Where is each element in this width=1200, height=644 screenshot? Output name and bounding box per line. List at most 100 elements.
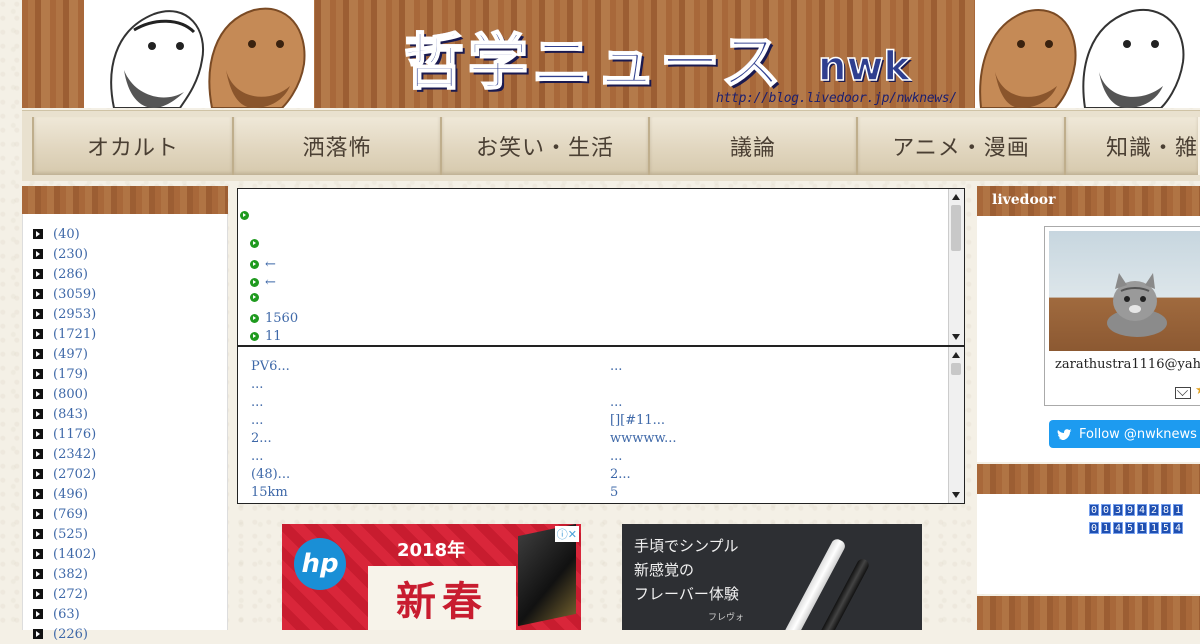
antenna-link-right[interactable]: wwwww... bbox=[610, 431, 677, 446]
right-sidebar-header-3 bbox=[977, 596, 1200, 630]
category-count[interactable]: (2342) bbox=[53, 447, 96, 462]
site-header[interactable]: 哲学ニュース nwk http://blog.livedoor.jp/nwkne… bbox=[22, 0, 1200, 108]
mail-icon[interactable] bbox=[1175, 387, 1191, 399]
rss-list-item[interactable] bbox=[250, 293, 265, 302]
rss-list-item[interactable]: 11 bbox=[250, 329, 282, 344]
rss-item-title[interactable]: ← bbox=[265, 275, 276, 290]
bullet-arrow-icon bbox=[33, 429, 43, 439]
category-item[interactable]: (1176) bbox=[23, 424, 227, 444]
nav-item-occult[interactable]: オカルト bbox=[32, 117, 234, 175]
category-count[interactable]: (3059) bbox=[53, 287, 96, 302]
antenna-link-right[interactable]: ... bbox=[610, 359, 622, 374]
category-count[interactable]: (1176) bbox=[53, 427, 96, 442]
antenna-link-left[interactable]: ... bbox=[251, 395, 263, 410]
twitter-follow-button[interactable]: Follow @nwknews bbox=[1049, 420, 1200, 448]
category-count[interactable]: (525) bbox=[53, 527, 88, 542]
rss-list-item[interactable]: ← bbox=[250, 257, 276, 272]
category-item[interactable]: (496) bbox=[23, 484, 227, 504]
rss-scrollbar[interactable] bbox=[948, 189, 964, 345]
category-item[interactable]: (63) bbox=[23, 604, 227, 624]
nav-item-giron[interactable]: 議論 bbox=[648, 117, 858, 175]
category-item[interactable]: (382) bbox=[23, 564, 227, 584]
antenna-link-left[interactable]: ... bbox=[251, 377, 263, 392]
scroll-down-arrow-icon[interactable] bbox=[952, 492, 960, 498]
flavor-advertisement[interactable]: 手頃でシンプル 新感覚の フレーバー体験 フレヴォ bbox=[622, 524, 922, 630]
scroll-up-arrow-icon[interactable] bbox=[952, 194, 960, 200]
rss-item-title[interactable]: ← bbox=[265, 257, 276, 272]
scroll-thumb[interactable] bbox=[951, 205, 961, 251]
antenna-link-right[interactable]: [][#11... bbox=[610, 413, 665, 428]
scroll-down-arrow-icon[interactable] bbox=[952, 334, 960, 340]
category-count[interactable]: (40) bbox=[53, 227, 80, 242]
category-item[interactable]: (843) bbox=[23, 404, 227, 424]
bullet-arrow-icon bbox=[33, 489, 43, 499]
category-item[interactable]: (40) bbox=[23, 224, 227, 244]
category-count[interactable]: (179) bbox=[53, 367, 88, 382]
category-item[interactable]: (230) bbox=[23, 244, 227, 264]
category-item[interactable]: (2953) bbox=[23, 304, 227, 324]
header-philosopher-portraits-right bbox=[975, 0, 1200, 108]
rss-list-item[interactable]: ← bbox=[250, 275, 276, 290]
antenna-link-left[interactable]: (48)... bbox=[251, 467, 290, 482]
antenna-link-left[interactable]: 2... bbox=[251, 431, 272, 446]
category-count[interactable]: (2702) bbox=[53, 467, 96, 482]
antenna-link-right[interactable]: 5 bbox=[610, 485, 618, 500]
site-url[interactable]: http://blog.livedoor.jp/nwknews/ bbox=[716, 91, 957, 106]
rss-list-item[interactable] bbox=[250, 239, 265, 248]
links-scrollbar[interactable] bbox=[948, 347, 964, 503]
site-logo-title[interactable]: 哲学ニュース bbox=[403, 14, 785, 101]
category-item[interactable]: (1402) bbox=[23, 544, 227, 564]
rss-feed-box[interactable]: ← ← 1560 11 bbox=[237, 188, 965, 346]
ad-close-icon[interactable]: ⓘ✕ bbox=[554, 526, 579, 542]
rss-item-title[interactable]: 11 bbox=[265, 329, 282, 344]
nav-item-owarai[interactable]: お笑い・生活 bbox=[440, 117, 650, 175]
scroll-thumb[interactable] bbox=[951, 363, 961, 375]
rss-list-item[interactable]: 1560 bbox=[250, 311, 298, 326]
scroll-up-arrow-icon[interactable] bbox=[952, 352, 960, 358]
category-count[interactable]: (769) bbox=[53, 507, 88, 522]
category-item[interactable]: (226) bbox=[23, 624, 227, 644]
category-count[interactable]: (800) bbox=[53, 387, 88, 402]
category-item[interactable]: (2702) bbox=[23, 464, 227, 484]
rss-list-item[interactable] bbox=[240, 211, 255, 220]
category-count[interactable]: (63) bbox=[53, 607, 80, 622]
category-item[interactable]: (1721) bbox=[23, 324, 227, 344]
category-item[interactable]: (497) bbox=[23, 344, 227, 364]
category-count[interactable]: (230) bbox=[53, 247, 88, 262]
antenna-link-left[interactable]: PV6... bbox=[251, 359, 290, 374]
category-count[interactable]: (382) bbox=[53, 567, 88, 582]
nav-item-sharekowa[interactable]: 洒落怖 bbox=[232, 117, 442, 175]
category-count[interactable]: (1721) bbox=[53, 327, 96, 342]
antenna-link-left[interactable]: ... bbox=[251, 413, 263, 428]
category-item[interactable]: (179) bbox=[23, 364, 227, 384]
antenna-link-left[interactable]: 15km bbox=[251, 485, 288, 500]
antenna-link-right[interactable]: 2... bbox=[610, 467, 631, 482]
nav-item-anime[interactable]: アニメ・漫画 bbox=[856, 117, 1066, 175]
category-count[interactable]: (286) bbox=[53, 267, 88, 282]
category-count[interactable]: (226) bbox=[53, 627, 88, 642]
antenna-link-left[interactable]: ... bbox=[251, 449, 263, 464]
star-icon[interactable]: ★ bbox=[1195, 383, 1200, 398]
category-item[interactable]: (286) bbox=[23, 264, 227, 284]
category-count[interactable]: (496) bbox=[53, 487, 88, 502]
antenna-link-right[interactable]: ... bbox=[610, 395, 622, 410]
category-item[interactable]: (3059) bbox=[23, 284, 227, 304]
category-item[interactable]: (2342) bbox=[23, 444, 227, 464]
bullet-arrow-icon bbox=[33, 629, 43, 639]
antenna-links-box[interactable]: PV6............ 2...... (48)... 15km...... [… bbox=[237, 346, 965, 504]
category-item[interactable]: (272) bbox=[23, 584, 227, 604]
hp-advertisement[interactable]: hp 2018年 新春 ⓘ✕ bbox=[282, 524, 581, 630]
category-count[interactable]: (272) bbox=[53, 587, 88, 602]
site-logo-sub[interactable]: nwk bbox=[817, 43, 911, 91]
category-count[interactable]: (1402) bbox=[53, 547, 96, 562]
antenna-link-right[interactable]: ... bbox=[610, 449, 622, 464]
category-item[interactable]: (769) bbox=[23, 504, 227, 524]
nav-item-chishiki[interactable]: 知識・雑 bbox=[1064, 117, 1200, 175]
category-count[interactable]: (497) bbox=[53, 347, 88, 362]
category-item[interactable]: (800) bbox=[23, 384, 227, 404]
category-count[interactable]: (843) bbox=[53, 407, 88, 422]
rss-item-title[interactable]: 1560 bbox=[265, 311, 298, 326]
category-item[interactable]: (525) bbox=[23, 524, 227, 544]
category-count[interactable]: (2953) bbox=[53, 307, 96, 322]
bullet-arrow-icon bbox=[33, 609, 43, 619]
